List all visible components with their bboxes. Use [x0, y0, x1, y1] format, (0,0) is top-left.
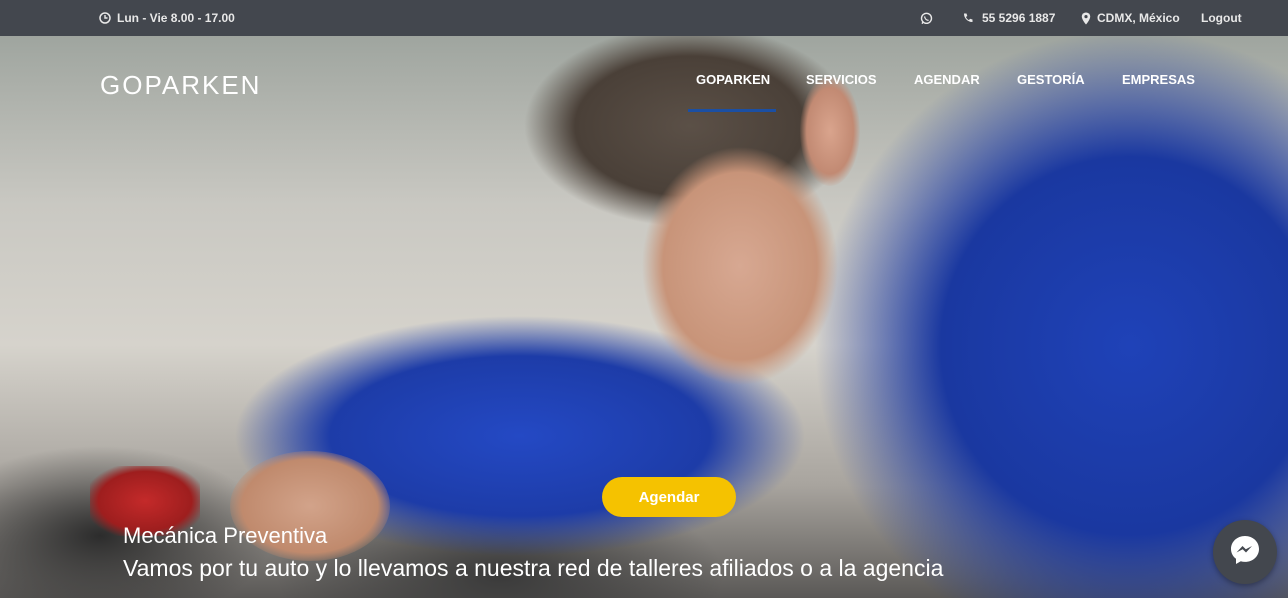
- nav-empresas[interactable]: EMPRESAS: [1122, 72, 1195, 92]
- business-hours-text: Lun - Vie 8.00 - 17.00: [117, 11, 235, 25]
- nav-goparken[interactable]: GOPARKEN: [696, 72, 770, 92]
- messenger-icon[interactable]: [1228, 533, 1262, 572]
- logout-link[interactable]: Logout: [1201, 0, 1242, 36]
- nav-gestoria[interactable]: GESTORÍA: [1017, 72, 1085, 92]
- agendar-button[interactable]: Agendar: [602, 477, 736, 517]
- whatsapp-icon[interactable]: [920, 12, 933, 25]
- site-logo[interactable]: GOPARKEN: [100, 70, 261, 101]
- business-hours: Lun - Vie 8.00 - 17.00: [99, 0, 235, 36]
- hero-subtitle: Vamos por tu auto y lo llevamos a nuestr…: [123, 555, 944, 581]
- phone-number[interactable]: 55 5296 1887: [982, 11, 1055, 25]
- messenger-chat-button[interactable]: [1213, 520, 1277, 584]
- hero-title: Mecánica Preventiva: [123, 523, 328, 548]
- top-bar: Lun - Vie 8.00 - 17.00 55 5296 1887 CDMX…: [0, 0, 1288, 36]
- whatsapp-link[interactable]: [920, 0, 933, 36]
- phone-icon: [962, 12, 974, 24]
- nav-agendar[interactable]: AGENDAR: [914, 72, 980, 92]
- phone-link[interactable]: 55 5296 1887: [962, 0, 1055, 36]
- map-pin-icon: [1081, 12, 1091, 25]
- nav-servicios[interactable]: SERVICIOS: [806, 72, 877, 92]
- location-link[interactable]: CDMX, México: [1081, 0, 1180, 36]
- logout-label[interactable]: Logout: [1201, 11, 1242, 25]
- clock-icon: [99, 12, 111, 24]
- nav-active-indicator: [688, 109, 776, 112]
- location-text[interactable]: CDMX, México: [1097, 11, 1180, 25]
- hero-photo-ear: [800, 76, 860, 186]
